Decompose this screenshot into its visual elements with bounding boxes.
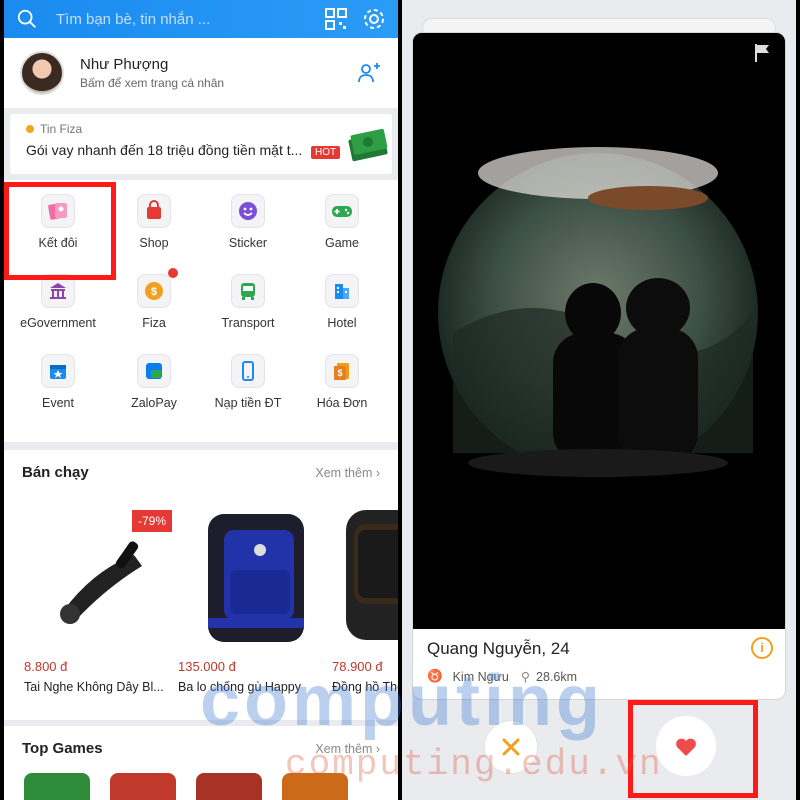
- search-icon[interactable]: [16, 8, 38, 30]
- section-title: Bán chạy: [22, 464, 89, 481]
- source-dot-icon: [26, 125, 34, 133]
- phone-topup-icon: [231, 354, 265, 388]
- sticker-icon: [231, 194, 265, 228]
- app-label: Shop: [139, 236, 169, 250]
- avatar[interactable]: [20, 51, 64, 95]
- profile-subtitle: Bấm để xem trang cá nhân: [80, 76, 225, 90]
- app-label: eGovernment: [20, 316, 96, 330]
- app-label: Game: [324, 236, 360, 250]
- hot-badge: HOT: [311, 146, 341, 159]
- game-thumbnail[interactable]: [196, 773, 262, 800]
- switch-account-icon[interactable]: [356, 60, 382, 86]
- profile-card[interactable]: Quang Nguyễn, 24 ♉ Kim Ngưu ⚲ 28.6km i: [412, 32, 786, 700]
- app-shop[interactable]: Shop: [106, 182, 202, 262]
- gamepad-icon: [325, 194, 359, 228]
- app-hotel[interactable]: Hotel: [294, 262, 390, 342]
- profile-row[interactable]: Như Phượng Bấm để xem trang cá nhân: [4, 38, 398, 108]
- qr-code-icon[interactable]: [324, 7, 348, 31]
- app-hoa-don[interactable]: $ Hóa Đơn: [294, 342, 390, 422]
- svg-text:$: $: [337, 368, 342, 378]
- product-name: Tai Nghe Không Dây Bl...: [24, 680, 164, 694]
- discount-badge: -79%: [132, 510, 173, 532]
- app-game[interactable]: Game: [294, 182, 390, 262]
- app-label: Nạp tiền ĐT: [214, 396, 282, 410]
- top-bar: Tìm bạn bè, tin nhắn ...: [4, 0, 398, 38]
- event-icon: [41, 354, 75, 388]
- profile-name: Như Phượng: [80, 56, 169, 73]
- app-label: Fiza: [142, 316, 166, 330]
- app-fiza[interactable]: $ Fiza: [106, 262, 202, 342]
- app-label: Hotel: [327, 316, 357, 330]
- zalopay-icon: [137, 354, 171, 388]
- app-label: Transport: [221, 316, 275, 330]
- section-title: Top Games: [22, 740, 103, 757]
- profile-photo: [413, 33, 785, 629]
- bill-icon: $: [325, 354, 359, 388]
- highlight-box: [4, 182, 116, 280]
- fiza-icon: $: [137, 274, 171, 308]
- shop-icon: [137, 194, 171, 228]
- backpack-image: [208, 514, 304, 642]
- app-label: Event: [42, 396, 74, 410]
- info-icon[interactable]: i: [751, 637, 773, 659]
- match-name: Quang Nguyễn, 24: [427, 639, 570, 658]
- ad-source: Tin Fiza: [40, 122, 83, 136]
- app-transport[interactable]: Transport: [200, 262, 296, 342]
- product-price: 8.800 đ: [24, 659, 68, 674]
- app-label: Hóa Đơn: [316, 396, 368, 410]
- screen: Tìm bạn bè, tin nhắn ... Như Phượng Bấm …: [0, 0, 800, 800]
- app-sticker[interactable]: Sticker: [200, 182, 296, 262]
- hotel-icon: [325, 274, 359, 308]
- gear-icon[interactable]: [362, 7, 386, 31]
- svg-text:$: $: [151, 286, 157, 298]
- bus-icon: [231, 274, 265, 308]
- app-nap-tien[interactable]: Nạp tiền ĐT: [200, 342, 296, 422]
- game-thumbnail[interactable]: [24, 773, 90, 800]
- search-input[interactable]: Tìm bạn bè, tin nhắn ...: [56, 11, 310, 28]
- app-label: Sticker: [228, 236, 268, 250]
- watermark-url: computing.edu.vn: [285, 744, 663, 785]
- app-label: ZaloPay: [131, 396, 177, 410]
- report-flag-icon[interactable]: [753, 43, 771, 63]
- game-thumbnail[interactable]: [110, 773, 176, 800]
- notification-dot: [168, 268, 178, 278]
- app-event[interactable]: Event: [10, 342, 106, 422]
- watermark-text: computing: [200, 661, 604, 741]
- ad-banner[interactable]: Tin Fiza Gói vay nhanh đến 18 triệu đồng…: [10, 114, 392, 174]
- app-zalopay[interactable]: ZaloPay: [106, 342, 202, 422]
- money-icon: [348, 128, 388, 162]
- see-more-link[interactable]: Xem thêm ›: [315, 466, 380, 480]
- watch-image: [346, 510, 398, 640]
